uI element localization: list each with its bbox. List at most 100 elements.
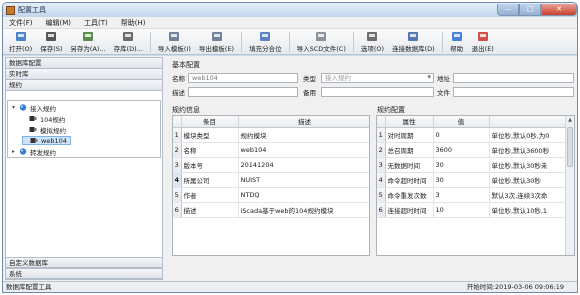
open-button[interactable]: 打开(O) bbox=[5, 30, 36, 54]
config-table-row[interactable]: 3 无数据时间 30 单位秒,默认30秒未 bbox=[377, 157, 574, 173]
config-attr-cell[interactable]: 命令重发次数 bbox=[385, 187, 434, 203]
config-note-cell[interactable]: 单位秒,默认0秒,为0 bbox=[489, 127, 574, 143]
row-index[interactable]: 3 bbox=[377, 157, 386, 173]
info-desc-cell[interactable]: web104 bbox=[238, 142, 369, 158]
save-button[interactable]: 保存(S) bbox=[36, 30, 66, 54]
type-select[interactable]: 接入规约 bbox=[321, 73, 434, 83]
config-note-cell[interactable]: 单位秒,默认30秒未 bbox=[489, 157, 574, 173]
config-value-cell[interactable]: 10 bbox=[433, 202, 490, 218]
config-note-cell[interactable]: 单位秒,默认30秒 bbox=[489, 172, 574, 188]
config-note-cell[interactable]: 默认3次,连续3次命 bbox=[489, 187, 574, 203]
config-value-cell[interactable]: 30 bbox=[433, 157, 490, 173]
tree-item[interactable]: ▸ 转发规约 bbox=[12, 147, 56, 157]
config-attr-cell[interactable]: 总召周期 bbox=[385, 142, 434, 158]
info-desc-cell[interactable]: 规约模块 bbox=[238, 127, 369, 143]
config-header-value[interactable]: 值 bbox=[433, 116, 490, 128]
row-index[interactable]: 2 bbox=[173, 142, 182, 158]
menu-edit[interactable]: 编辑(M) bbox=[46, 18, 72, 28]
info-header-desc[interactable]: 描述 bbox=[238, 116, 369, 128]
info-table-row[interactable]: 4 所属公司 NUIST bbox=[173, 172, 369, 188]
close-button[interactable]: ✕ bbox=[541, 3, 577, 16]
row-index[interactable]: 6 bbox=[377, 202, 386, 218]
nav-section-protocol[interactable]: 规约 bbox=[6, 80, 162, 91]
row-index[interactable]: 4 bbox=[173, 172, 182, 188]
save-as-button[interactable]: 另存为(A)... bbox=[66, 30, 109, 54]
config-attr-cell[interactable]: 连接超时时间 bbox=[385, 202, 434, 218]
config-attr-cell[interactable]: 对时周期 bbox=[385, 127, 434, 143]
tree-item[interactable]: 模拟规约 bbox=[22, 125, 66, 135]
config-header-note[interactable] bbox=[489, 116, 574, 128]
row-index[interactable]: 3 bbox=[173, 157, 182, 173]
row-index[interactable]: 1 bbox=[377, 127, 386, 143]
tree-item[interactable]: web104 bbox=[22, 136, 71, 145]
row-index[interactable]: 4 bbox=[377, 172, 386, 188]
nav-section-custom-db[interactable]: 自定义数据库 bbox=[6, 257, 162, 268]
row-index[interactable]: 2 bbox=[377, 142, 386, 158]
config-table-row[interactable]: 6 连接超时时间 10 单位秒,默认10秒,1 bbox=[377, 202, 574, 218]
save-db-button[interactable]: 存库(D)... bbox=[110, 30, 147, 54]
info-table-row[interactable]: 3 版本号 20141204 bbox=[173, 157, 369, 173]
menu-help[interactable]: 帮助(H) bbox=[121, 18, 146, 28]
menu-tools[interactable]: 工具(T) bbox=[84, 18, 108, 28]
config-attr-cell[interactable]: 命令超时时间 bbox=[385, 172, 434, 188]
scroll-thumb[interactable] bbox=[567, 127, 573, 167]
export-template-button[interactable]: 导出模板(E) bbox=[195, 30, 238, 54]
info-item-cell[interactable]: 所属公司 bbox=[181, 172, 239, 188]
row-index[interactable]: 5 bbox=[377, 187, 386, 203]
import-template-button[interactable]: 导入模板(I) bbox=[154, 30, 195, 54]
info-desc-cell[interactable]: NTDQ bbox=[238, 187, 369, 203]
nav-section-realtime-db[interactable]: 实时库 bbox=[6, 69, 162, 80]
config-header-attr[interactable]: 属性 bbox=[385, 116, 434, 128]
info-desc-cell[interactable]: iScada基于web的104规约模块 bbox=[238, 202, 369, 218]
help-button[interactable]: 帮助 bbox=[446, 30, 468, 54]
config-note-cell[interactable]: 单位秒,默认3600秒 bbox=[489, 142, 574, 158]
info-table-row[interactable]: 1 模块类型 规约模块 bbox=[173, 127, 369, 143]
config-table-row[interactable]: 2 总召周期 3600 单位秒,默认3600秒 bbox=[377, 142, 574, 158]
config-value-cell[interactable]: 3 bbox=[433, 187, 490, 203]
scroll-up-icon[interactable]: ▲ bbox=[566, 116, 574, 125]
file-field[interactable] bbox=[453, 87, 574, 97]
config-table-row[interactable]: 5 命令重发次数 3 默认3次,连续3次命 bbox=[377, 187, 574, 203]
tree-item[interactable]: 104规约 bbox=[22, 114, 65, 124]
config-attr-cell[interactable]: 无数据时间 bbox=[385, 157, 434, 173]
info-item-cell[interactable]: 模块类型 bbox=[181, 127, 239, 143]
config-note-cell[interactable]: 单位秒,默认10秒,1 bbox=[489, 202, 574, 218]
info-header-item[interactable]: 条目 bbox=[181, 116, 239, 128]
info-table-row[interactable]: 5 作者 NTDQ bbox=[173, 187, 369, 203]
info-item-cell[interactable]: 名称 bbox=[181, 142, 239, 158]
tree-item[interactable]: ▾ 接入规约 bbox=[12, 103, 56, 113]
config-table-row[interactable]: 4 命令超时时间 30 单位秒,默认30秒 bbox=[377, 172, 574, 188]
toolbar-separator bbox=[352, 31, 354, 52]
connect-db-button[interactable]: 连接数据库(D) bbox=[388, 30, 439, 54]
row-index[interactable]: 1 bbox=[173, 127, 182, 143]
minimize-button[interactable]: — bbox=[497, 3, 519, 16]
config-value-cell[interactable]: 30 bbox=[433, 172, 490, 188]
config-table-row[interactable]: 1 对时周期 0 单位秒,默认0秒,为0 bbox=[377, 127, 574, 143]
info-desc-cell[interactable]: NUIST bbox=[238, 172, 369, 188]
menu-file[interactable]: 文件(F) bbox=[9, 18, 33, 28]
options-button[interactable]: 选项(O) bbox=[357, 30, 388, 54]
expand-toggle-icon[interactable]: ▾ bbox=[12, 104, 19, 111]
name-field[interactable]: web104 bbox=[188, 73, 298, 83]
info-item-cell[interactable]: 版本号 bbox=[181, 157, 239, 173]
config-value-cell[interactable]: 3600 bbox=[433, 142, 490, 158]
row-index[interactable]: 5 bbox=[173, 187, 182, 203]
config-value-cell[interactable]: 0 bbox=[433, 127, 490, 143]
exit-button[interactable]: 退出(E) bbox=[468, 30, 498, 54]
fill-button[interactable]: 填充分合位 bbox=[245, 30, 286, 54]
info-table-row[interactable]: 6 描述 iScada基于web的104规约模块 bbox=[173, 202, 369, 218]
import-scd-button[interactable]: 导入SCD文件(C) bbox=[293, 30, 350, 54]
config-scrollbar[interactable]: ▲ bbox=[565, 116, 574, 255]
note-field[interactable] bbox=[321, 87, 434, 97]
info-desc-cell[interactable]: 20141204 bbox=[238, 157, 369, 173]
nav-section-system[interactable]: 系统 bbox=[6, 268, 162, 279]
info-item-cell[interactable]: 描述 bbox=[181, 202, 239, 218]
maximize-button[interactable]: □ bbox=[519, 3, 541, 16]
nav-section-db-config[interactable]: 数据库配置 bbox=[6, 58, 162, 69]
info-item-cell[interactable]: 作者 bbox=[181, 187, 239, 203]
description-field[interactable] bbox=[188, 87, 298, 97]
expand-toggle-icon[interactable]: ▸ bbox=[12, 148, 19, 155]
info-table-row[interactable]: 2 名称 web104 bbox=[173, 142, 369, 158]
row-index[interactable]: 6 bbox=[173, 202, 182, 218]
address-field[interactable] bbox=[453, 73, 574, 83]
